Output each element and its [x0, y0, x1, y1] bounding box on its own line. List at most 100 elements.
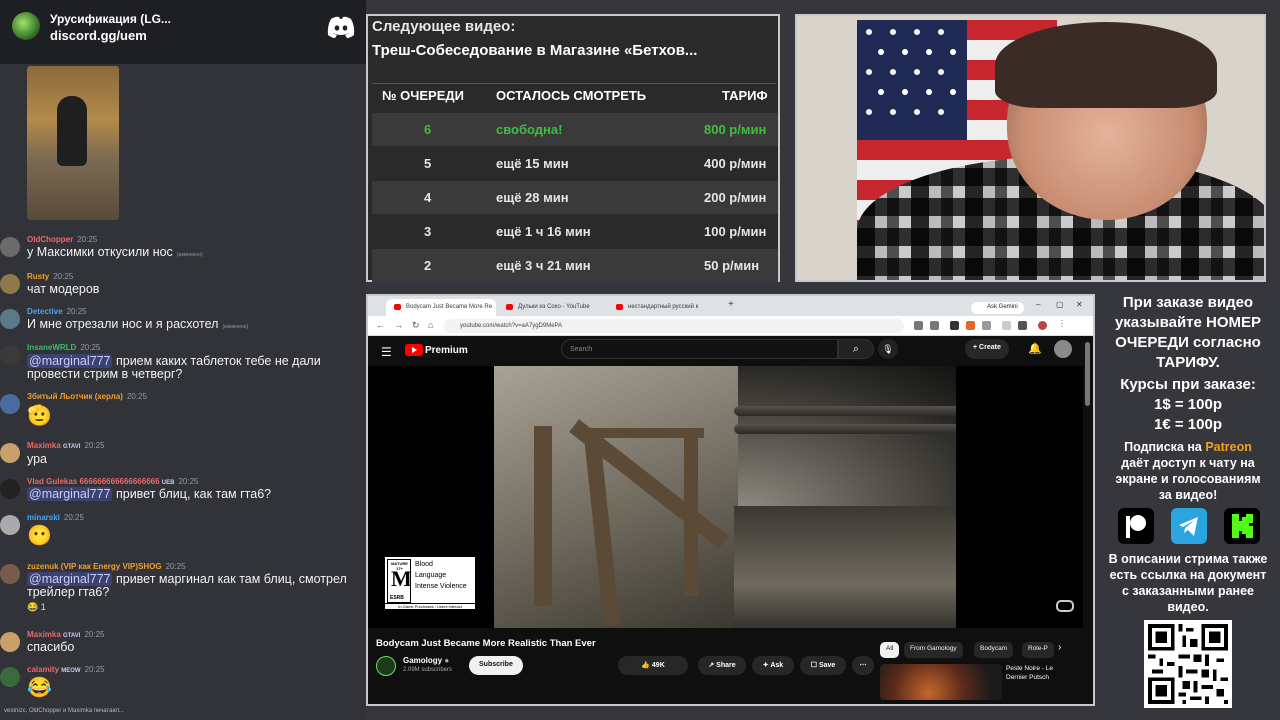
username[interactable]: Detective 20:25: [27, 307, 87, 316]
youtube-logo-icon[interactable]: [405, 344, 423, 356]
more-actions-icon[interactable]: ⋯: [852, 656, 874, 675]
avatar[interactable]: [0, 394, 20, 414]
username[interactable]: Збитый Льотчик (херла) 20:25: [27, 392, 147, 401]
chip-bodycam[interactable]: Bodycam: [974, 642, 1014, 658]
rate-usd: 1$ = 100р: [1154, 396, 1222, 413]
save-button[interactable]: ☐ Save: [800, 656, 846, 675]
ask-gemini-button[interactable]: Ask Gemini: [971, 302, 1024, 314]
discord-chat-panel: Урусификация (LG... discord.gg/uem OldCh…: [0, 0, 366, 720]
username[interactable]: Rusty 20:25: [27, 272, 73, 281]
menu-icon[interactable]: ⋮: [1058, 320, 1067, 330]
qr-code[interactable]: [1144, 620, 1232, 708]
user-mention[interactable]: @marginal777: [27, 487, 113, 501]
extension-icon[interactable]: [950, 321, 959, 330]
message-text: спасибо: [27, 640, 75, 654]
discord-logo-icon: [327, 16, 355, 38]
home-icon[interactable]: ⌂: [428, 320, 433, 330]
col-header-remaining: ОСТАЛОСЬ СМОТРЕТЬ: [496, 88, 647, 103]
message-text: И мне отрезали нос и я расхотел (изменено…: [27, 317, 249, 331]
patreon-icon[interactable]: [1118, 508, 1154, 544]
reaction[interactable]: 😂 1: [27, 602, 46, 613]
youtube-brand[interactable]: Premium: [425, 345, 468, 356]
username[interactable]: zuzenuk (VIP как Energy VIP)SHOG 20:25: [27, 562, 186, 571]
search-input[interactable]: Search: [561, 339, 838, 359]
close-icon[interactable]: ✕: [1076, 300, 1083, 309]
create-button[interactable]: + Create: [965, 339, 1009, 359]
server-icon[interactable]: [12, 12, 40, 40]
avatar[interactable]: [0, 564, 20, 584]
chat-image-attachment[interactable]: [27, 66, 119, 220]
avatar[interactable]: [0, 345, 20, 365]
video-player[interactable]: MATURE 17+ M ESRB Blood Language Intense…: [368, 366, 1083, 628]
kick-icon[interactable]: [1224, 508, 1260, 544]
video-pipe: [734, 424, 956, 434]
browser-tab[interactable]: Bodycam Just Became More Re: [386, 299, 496, 316]
profile-icon[interactable]: [1038, 321, 1047, 330]
next-video-title: Треш-Собеседование в Магазине «Бетхов...: [372, 42, 698, 59]
url-field[interactable]: youtube.com/watch?v=aA7ygD9MePA: [444, 319, 904, 333]
reload-icon[interactable]: ↻: [412, 320, 420, 331]
queue-row: 3 ещё 1 ч 16 мин 100 р/мин: [424, 224, 767, 239]
avatar[interactable]: [0, 479, 20, 499]
sidepanel-icon[interactable]: [1018, 321, 1027, 330]
username[interactable]: Maximka GTAVI 20:25: [27, 441, 105, 450]
username[interactable]: Vlad Gulekas 666666666666666666 UEB 20:25: [27, 477, 199, 486]
username[interactable]: minarski 20:25: [27, 513, 84, 522]
account-avatar[interactable]: [1054, 340, 1072, 358]
new-tab-button[interactable]: +: [728, 299, 734, 310]
install-icon[interactable]: [930, 321, 939, 330]
channel-avatar[interactable]: [376, 656, 396, 676]
avatar[interactable]: [0, 237, 20, 257]
queue-row: 2 ещё 3 ч 21 мин 50 р/мин: [372, 249, 778, 282]
username[interactable]: OldChopper 20:25: [27, 235, 97, 244]
browser-tab[interactable]: нестандартный русский к: [608, 299, 713, 316]
scrollbar[interactable]: [1085, 342, 1090, 406]
youtube-favicon-icon: [506, 304, 513, 310]
info-line: экране и голосованиям: [1115, 472, 1261, 486]
invite-link[interactable]: discord.gg/uem: [50, 28, 147, 43]
username[interactable]: calamity MEOW 20:25: [27, 665, 105, 674]
typing-indicator: vestnizc, OldChopper и Maximka печатают.…: [4, 708, 124, 714]
recommended-thumbnail[interactable]: [880, 664, 1002, 700]
avatar[interactable]: [0, 632, 20, 652]
minimize-icon[interactable]: –: [1036, 300, 1040, 309]
channel-name[interactable]: Gamology ●: [403, 656, 449, 665]
extension-icon[interactable]: [982, 321, 991, 330]
extensions-icon[interactable]: [1002, 321, 1011, 330]
username[interactable]: InsaneWRLD 20:25: [27, 343, 100, 352]
avatar[interactable]: [0, 443, 20, 463]
message-text: @marginal777 привет блиц, как там гта6?: [27, 487, 272, 501]
notifications-bell-icon[interactable]: 🔔: [1028, 342, 1042, 355]
forward-icon[interactable]: →: [394, 320, 403, 330]
recommended-title[interactable]: Peste Noire - Le Dernier Putsch: [1006, 664, 1076, 682]
maximize-icon[interactable]: ▢: [1056, 300, 1064, 309]
ask-button[interactable]: ✦ Ask: [752, 656, 794, 675]
like-button[interactable]: 👍 49K: [618, 656, 688, 675]
microphone-icon[interactable]: 🎙: [878, 339, 898, 359]
subscribe-button[interactable]: Subscribe: [469, 656, 523, 675]
message-text-line2: трейлер гта6?: [27, 585, 110, 599]
user-mention[interactable]: @marginal777: [27, 354, 113, 368]
chip-role-play[interactable]: Role-P: [1022, 642, 1054, 658]
queue-row: 4 ещё 28 мин 200 р/мин: [372, 181, 778, 214]
back-icon[interactable]: ←: [376, 320, 385, 330]
zoom-icon[interactable]: [914, 321, 923, 330]
user-mention[interactable]: @marginal777: [27, 572, 113, 586]
chevron-right-icon[interactable]: ›: [1058, 642, 1061, 653]
gamepad-icon[interactable]: [1056, 600, 1074, 612]
chip-all[interactable]: All: [880, 642, 900, 658]
avatar[interactable]: [0, 667, 20, 687]
browser-tab[interactable]: Дульки из Соко - YouTube: [498, 299, 603, 316]
tab-bar: Bodycam Just Became More Re Дульки из Со…: [368, 296, 1093, 316]
chip-from-gamology[interactable]: From Gamology: [904, 642, 963, 658]
username[interactable]: Maximka GTAVI 20:25: [27, 630, 105, 639]
avatar[interactable]: [0, 274, 20, 294]
avatar[interactable]: [0, 309, 20, 329]
avatar[interactable]: [0, 515, 20, 535]
hamburger-menu-icon[interactable]: ☰: [381, 345, 392, 359]
search-icon[interactable]: ⌕: [838, 339, 874, 359]
extension-icon[interactable]: [966, 321, 975, 330]
share-button[interactable]: ↗ Share: [698, 656, 746, 675]
telegram-icon[interactable]: [1171, 508, 1207, 544]
message-text-line2: провести стрим в четверг?: [27, 367, 183, 381]
